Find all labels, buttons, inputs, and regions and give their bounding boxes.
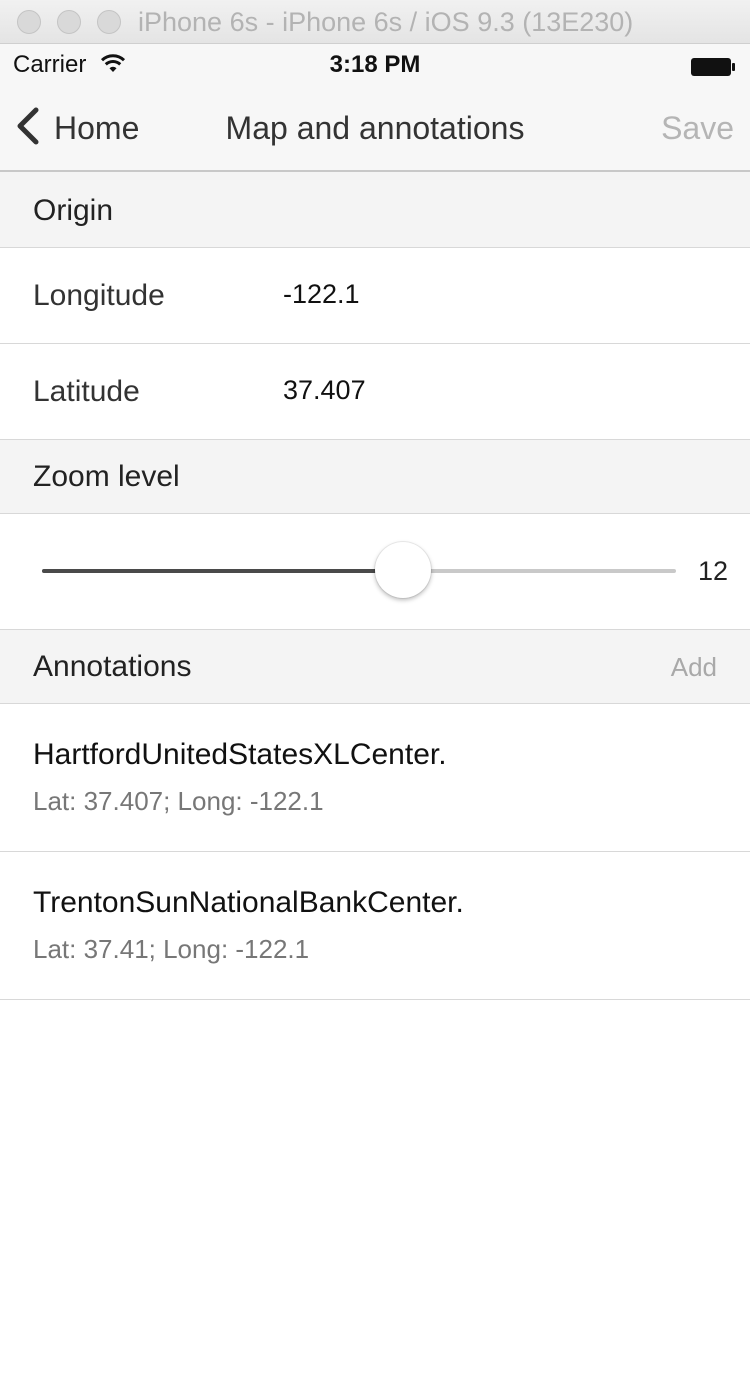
- zoom-slider-thumb[interactable]: [375, 542, 432, 598]
- annotation-coordinates: Lat: 37.407; Long: -122.1: [33, 786, 324, 816]
- status-time: 3:18 PM: [329, 51, 421, 78]
- window-title: iPhone 6s - iPhone 6s / iOS 9.3 (13E230): [138, 7, 634, 37]
- annotation-coordinates: Lat: 37.41; Long: -122.1: [33, 934, 310, 964]
- page-title: Map and annotations: [225, 110, 525, 146]
- minimize-window-button[interactable]: [57, 10, 81, 34]
- battery-icon: [690, 57, 735, 77]
- annotation-list-item[interactable]: TrentonSunNationalBankCenter. Lat: 37.41…: [0, 852, 750, 1000]
- add-annotation-button[interactable]: Add: [671, 652, 717, 683]
- longitude-label: Longitude: [33, 279, 165, 312]
- annotation-title: HartfordUnitedStatesXLCenter.: [33, 738, 447, 771]
- section-title-annotations: Annotations: [33, 650, 192, 683]
- close-window-button[interactable]: [17, 10, 41, 34]
- longitude-field[interactable]: -122.1: [283, 279, 360, 310]
- zoom-level-value: 12: [697, 556, 728, 586]
- save-button[interactable]: Save: [661, 110, 734, 147]
- section-header-zoom: Zoom level: [0, 440, 750, 514]
- latitude-row: Latitude 37.407: [0, 344, 750, 440]
- simulator-titlebar: iPhone 6s - iPhone 6s / iOS 9.3 (13E230): [0, 0, 750, 44]
- section-title-origin: Origin: [33, 194, 114, 227]
- latitude-field[interactable]: 37.407: [283, 375, 366, 406]
- zoom-window-button[interactable]: [97, 10, 121, 34]
- navigation-bar: Home Map and annotations Save: [0, 86, 750, 172]
- annotation-title: TrentonSunNationalBankCenter.: [33, 886, 464, 919]
- annotation-list-item[interactable]: HartfordUnitedStatesXLCenter. Lat: 37.40…: [0, 704, 750, 852]
- zoom-slider-fill: [42, 569, 404, 573]
- latitude-label: Latitude: [33, 375, 140, 408]
- zoom-slider-track[interactable]: [42, 569, 676, 573]
- longitude-row: Longitude -122.1: [0, 248, 750, 344]
- section-header-annotations: Annotations Add: [0, 630, 750, 704]
- status-bar: Carrier 3:18 PM: [0, 44, 750, 86]
- zoom-slider-row: 12: [0, 514, 750, 630]
- section-header-origin: Origin: [0, 172, 750, 248]
- section-title-zoom: Zoom level: [33, 460, 180, 493]
